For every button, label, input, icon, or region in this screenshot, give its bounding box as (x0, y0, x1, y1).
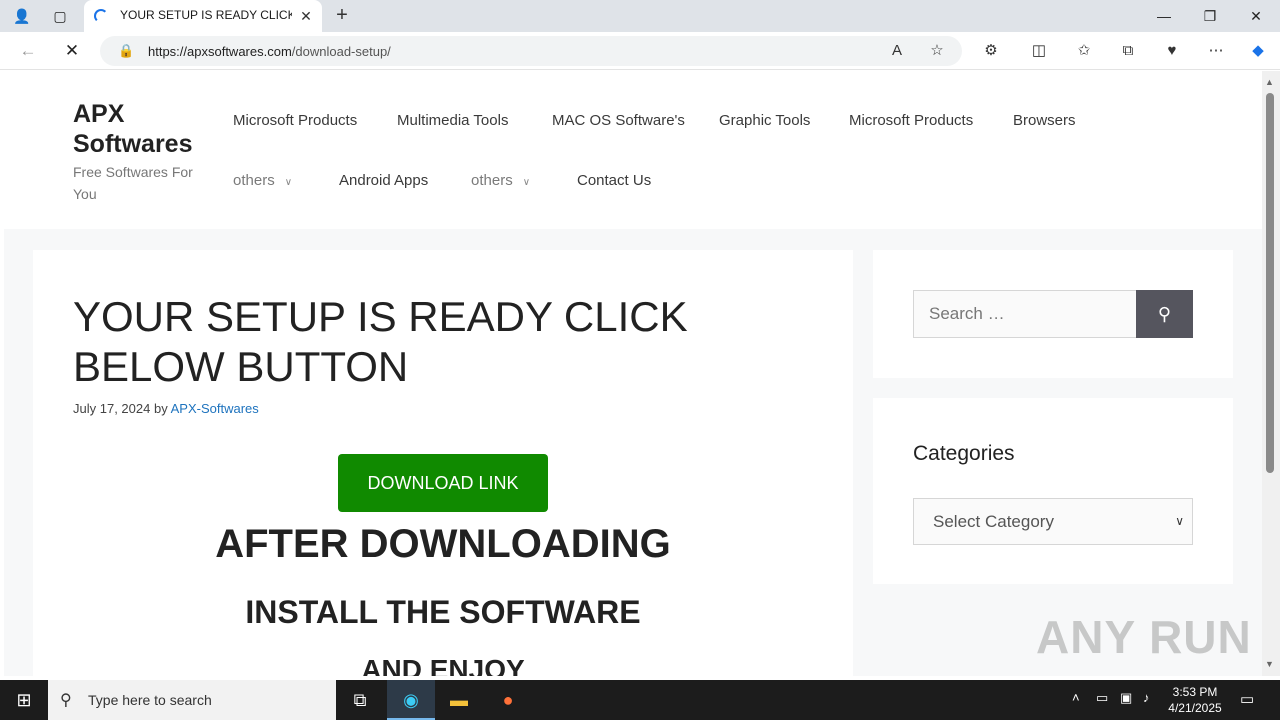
page-title: YOUR SETUP IS READY CLICK BELOW BUTTON (73, 293, 688, 390)
web-page: APX Softwares Free Softwares For You Mic… (4, 71, 1262, 676)
menu-item-browsers[interactable]: Browsers (1013, 112, 1076, 129)
edge-browser-icon[interactable]: ◉ (387, 680, 435, 720)
menu-item-microsoft-products[interactable]: Microsoft Products (233, 112, 357, 129)
notifications-icon[interactable]: ▭ (1240, 690, 1254, 708)
clock-time: 3:53 PM (1172, 685, 1218, 699)
category-select-value: Select Category (933, 512, 1054, 531)
heading-install-software: INSTALL THE SOFTWARE (245, 594, 641, 630)
chevron-down-icon: ∨ (522, 177, 531, 188)
download-link-button[interactable]: DOWNLOAD LINK (338, 454, 548, 512)
firefox-icon[interactable]: ● (484, 680, 532, 720)
split-screen-icon[interactable]: ◫ (1028, 40, 1050, 62)
lock-icon: 🔒 (118, 43, 135, 58)
heading-and-enjoy: AND ENJOY (361, 654, 525, 676)
close-tab-icon[interactable]: ✕ (296, 6, 316, 26)
new-tab-button[interactable]: + (330, 4, 354, 28)
post-date: July 17, 2024 (73, 401, 151, 416)
windows-taskbar: ⊞ ⚲ Type here to search ⧉ ◉ ▬ ● ˄ ▭ ▣ ♪ … (0, 680, 1280, 720)
menu-item-others-label: others (233, 172, 275, 189)
favorites-icon[interactable]: ✩ (1073, 40, 1095, 62)
taskbar-search[interactable]: ⚲ Type here to search (48, 680, 336, 720)
tab-actions-icon[interactable]: ▢ (40, 0, 80, 32)
menu-item-contact-us[interactable]: Contact Us (577, 172, 651, 189)
collections-icon[interactable]: ⧉ (1117, 40, 1139, 62)
favorite-star-icon[interactable]: ☆ (926, 40, 948, 62)
minimize-icon[interactable]: — (1141, 0, 1187, 32)
categories-widget: Categories Select Category ∨ (873, 398, 1233, 584)
url-box[interactable]: 🔒 https://apxsoftwares.com/download-setu… (100, 36, 962, 66)
tray-chevron-up-icon[interactable]: ˄ (1072, 690, 1080, 705)
menu-item-graphic-tools[interactable]: Graphic Tools (719, 112, 810, 129)
active-tab[interactable]: YOUR SETUP IS READY CLICK BE ✕ (84, 0, 322, 32)
menu-item-multimedia-tools[interactable]: Multimedia Tools (397, 112, 508, 129)
article: YOUR SETUP IS READY CLICK BELOW BUTTON J… (33, 250, 853, 676)
browser-tab-bar: 👤 ▢ YOUR SETUP IS READY CLICK BE ✕ + — ❐… (0, 0, 1280, 32)
post-meta: July 17, 2024 by APX-Softwares (73, 401, 259, 416)
category-select[interactable]: Select Category ∨ (913, 498, 1193, 545)
taskbar-search-input: Type here to search (88, 692, 212, 708)
menu-item-others-2-label: others (471, 172, 513, 189)
menu-item-mac-os-software[interactable]: MAC OS Software's (552, 112, 685, 129)
profile-icon[interactable]: 👤 (4, 0, 40, 32)
task-view-icon[interactable]: ⧉ (336, 680, 384, 720)
search-input[interactable]: Search … (913, 290, 1137, 338)
display-icon[interactable]: ▣ (1120, 690, 1132, 706)
more-menu-icon[interactable]: ⋯ (1205, 40, 1227, 62)
menu-item-microsoft-products-2[interactable]: Microsoft Products (849, 112, 973, 129)
read-aloud-icon[interactable]: A (886, 40, 908, 62)
back-arrow-icon[interactable]: ← (16, 39, 40, 63)
clock-date: 4/21/2025 (1168, 701, 1222, 715)
anyrun-watermark: ANY RUN (1036, 611, 1252, 663)
volume-icon[interactable]: ♪ (1143, 690, 1150, 705)
loading-spinner-icon (94, 9, 108, 23)
address-bar-row: ← ✕ 🔒 https://apxsoftwares.com/download-… (0, 32, 1280, 70)
tab-title: YOUR SETUP IS READY CLICK BE (120, 8, 292, 22)
stop-loading-icon[interactable]: ✕ (60, 39, 84, 63)
search-icon: ⚲ (60, 692, 72, 709)
url-host: https://apxsoftwares.com (148, 44, 292, 59)
author-link[interactable]: APX-Softwares (171, 401, 259, 416)
site-header: APX Softwares Free Softwares For You Mic… (4, 71, 1262, 229)
restore-icon[interactable]: ❐ (1187, 0, 1233, 32)
site-description: Free Softwares For You (73, 164, 193, 202)
search-widget: Search … ⚲ (873, 250, 1233, 378)
post-by: by (153, 401, 168, 416)
site-title[interactable]: APX Softwares (73, 99, 213, 159)
copilot-icon[interactable]: ◆ (1247, 40, 1269, 62)
windows-start-icon[interactable]: ⊞ (0, 680, 48, 720)
close-window-icon[interactable]: ✕ (1233, 0, 1279, 32)
chevron-down-icon: ∨ (284, 177, 293, 188)
performance-icon[interactable]: ♥ (1161, 40, 1183, 62)
menu-item-others-2[interactable]: others ∨ (471, 172, 530, 189)
scroll-up-icon[interactable]: ▲ (1265, 77, 1274, 87)
scroll-down-icon[interactable]: ▼ (1265, 659, 1274, 669)
file-explorer-icon[interactable]: ▬ (435, 680, 483, 720)
scroll-thumb[interactable] (1266, 93, 1274, 473)
page-scrollbar[interactable]: ▲ ▼ (1262, 71, 1280, 676)
menu-item-others[interactable]: others ∨ (233, 172, 292, 189)
categories-title: Categories (913, 442, 1015, 465)
chevron-down-icon: ∨ (1175, 514, 1184, 528)
search-icon: ⚲ (1157, 304, 1172, 324)
network-icon[interactable]: ▭ (1096, 690, 1108, 706)
url-text[interactable]: https://apxsoftwares.com/download-setup/ (148, 44, 391, 59)
heading-after-downloading: AFTER DOWNLOADING (215, 522, 671, 566)
search-button[interactable]: ⚲ (1136, 290, 1193, 338)
url-path: /download-setup/ (291, 44, 391, 59)
extensions-icon[interactable]: ⚙ (980, 40, 1002, 62)
taskbar-clock[interactable]: 3:53 PM 4/21/2025 (1160, 684, 1230, 716)
menu-item-android-apps[interactable]: Android Apps (339, 172, 428, 189)
